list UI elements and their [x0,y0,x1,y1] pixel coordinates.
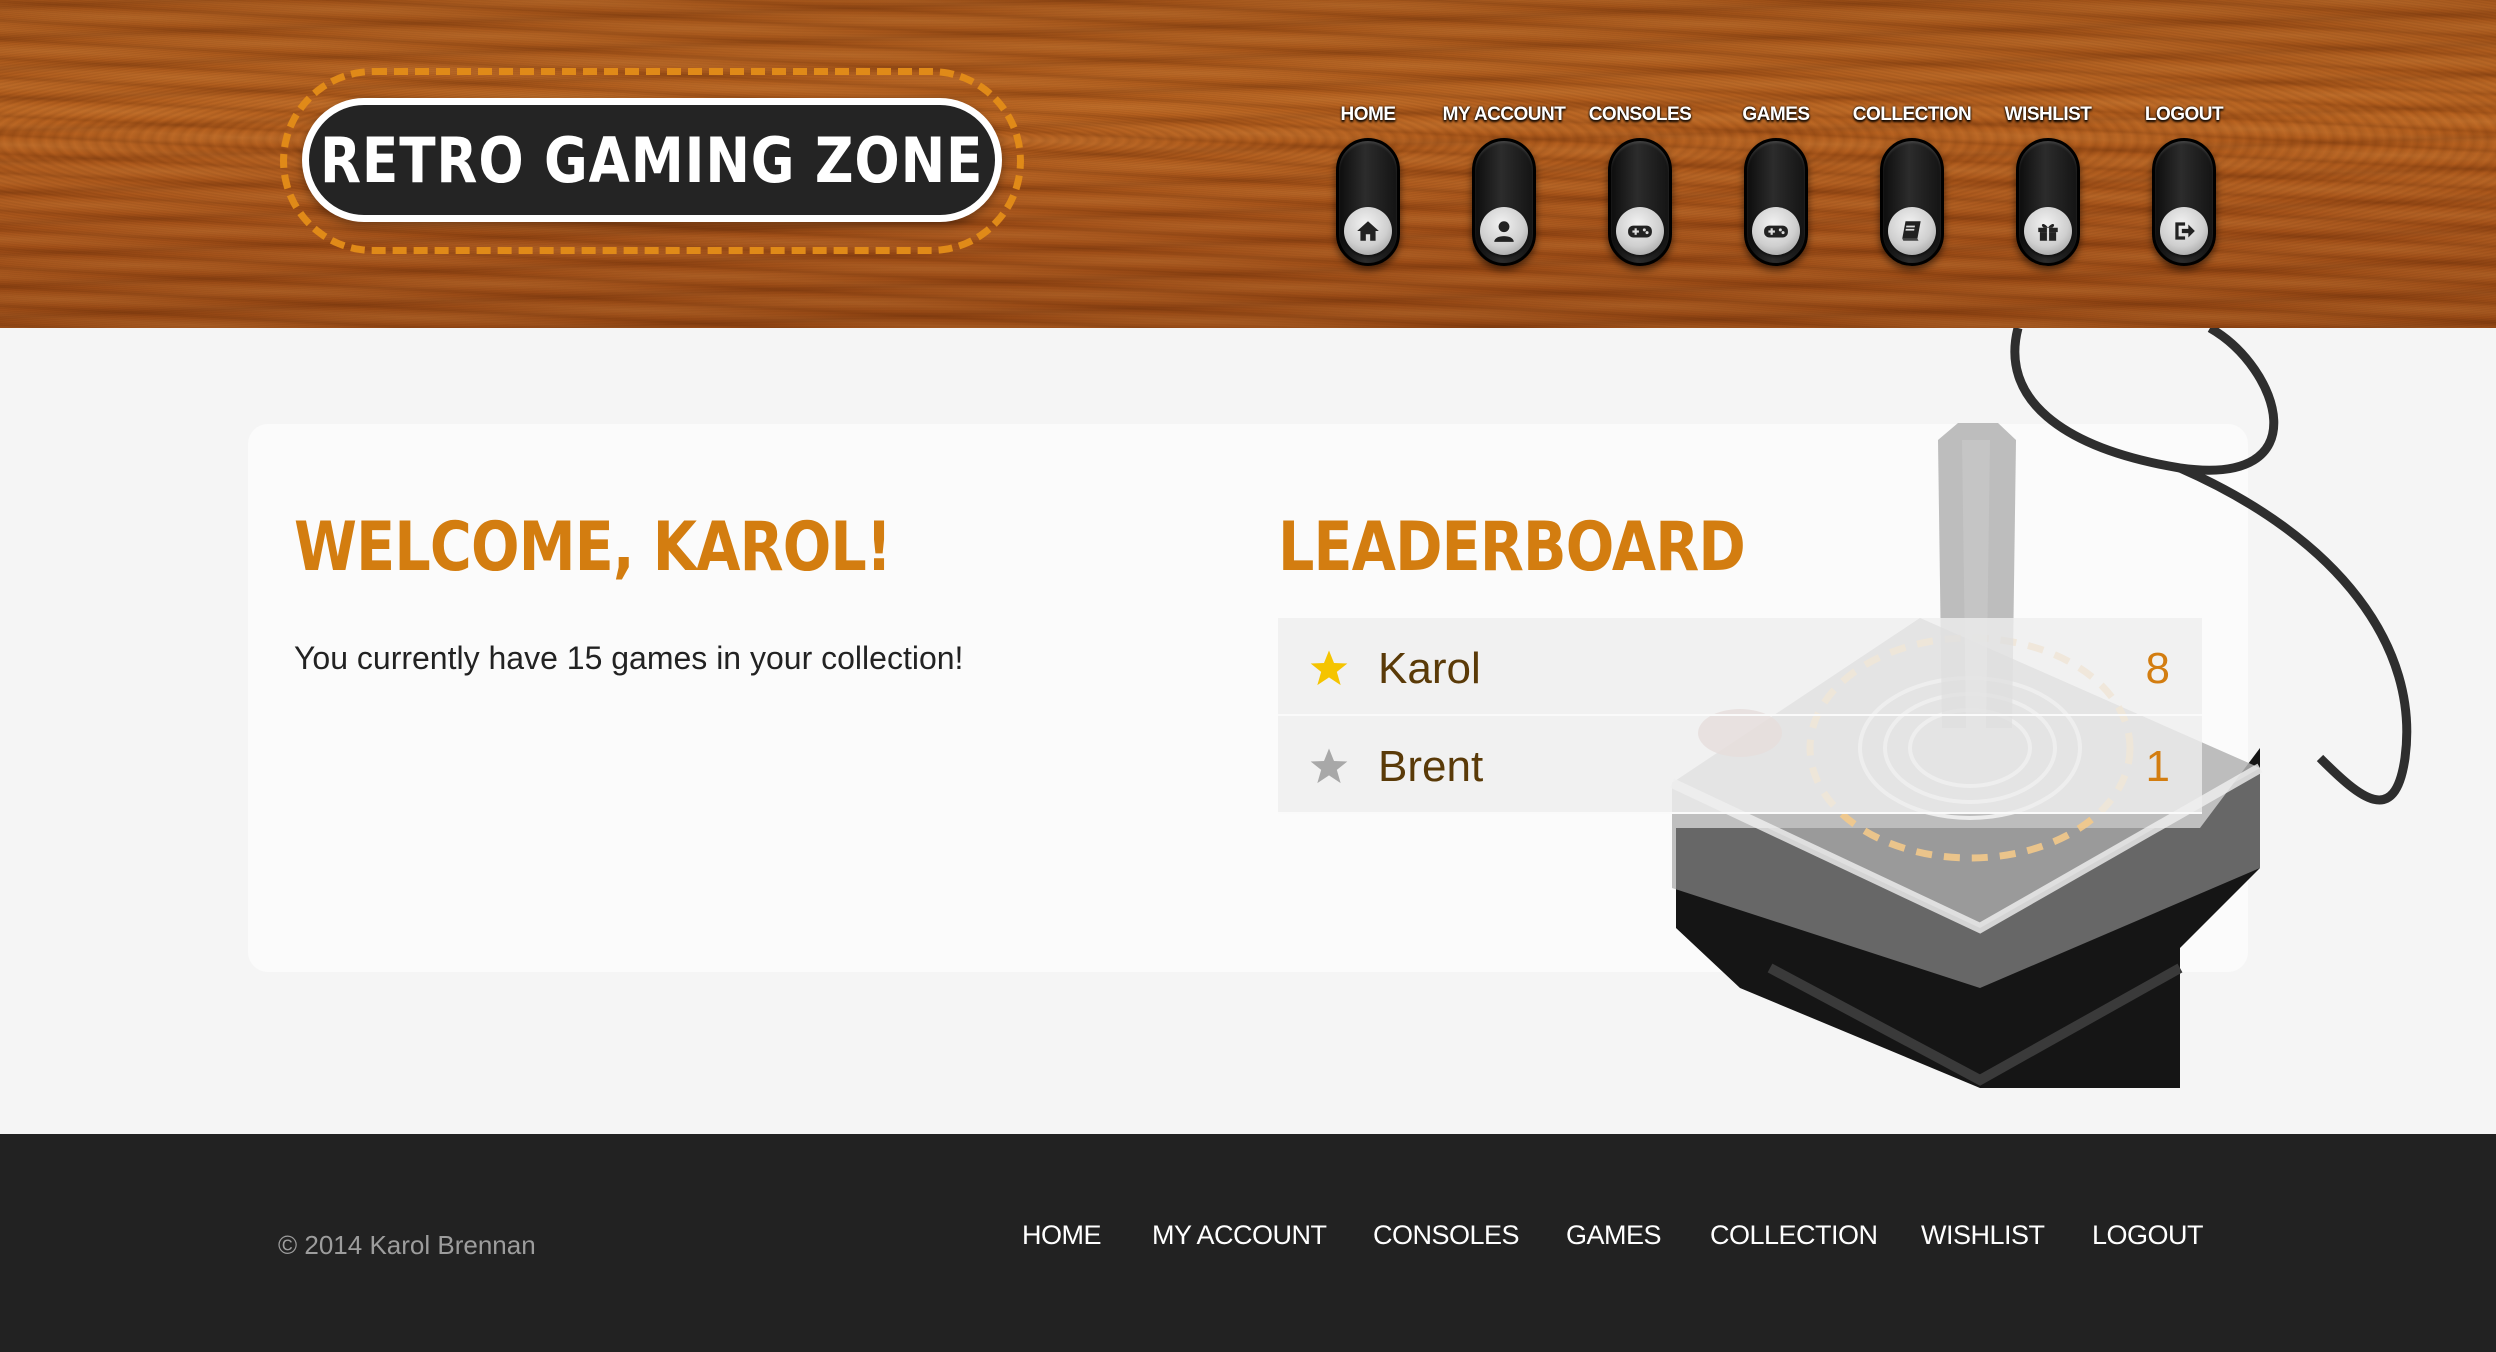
footer-link-games[interactable]: GAMES [1566,1220,1662,1251]
leaderboard-list: Karol 8 Brent 1 [1278,618,2202,814]
leaderboard-row[interactable]: Karol 8 [1278,618,2202,716]
nav-item-consoles[interactable]: CONSOLES [1572,100,1708,280]
grey-star-icon [1310,748,1348,784]
footer-link-wishlist[interactable]: WISHLIST [1921,1220,2045,1251]
book-icon [1888,207,1936,255]
gamepad-icon [1616,207,1664,255]
toggle-switch[interactable] [1336,138,1400,266]
welcome-heading: WELCOME, KAROL! [294,508,892,587]
site-footer: © 2014 Karol Brennan HOME MY ACCOUNT CON… [0,1134,2496,1352]
copyright-text: © 2014 Karol Brennan [278,1230,536,1260]
nav-label: WISHLIST [2004,104,2092,125]
user-icon [1480,207,1528,255]
nav-label: GAMES [1742,104,1810,125]
nav-item-wishlist[interactable]: WISHLIST [1980,100,2116,280]
player-score: 1 [2145,742,2170,791]
logo-badge: RETRO GAMING ZONE [302,98,1002,222]
gift-icon [2024,207,2072,255]
nav-item-collection[interactable]: COLLECTION [1844,100,1980,280]
main-nav: HOME MY ACCOUNT CONSOLES GAMES COLLECTIO… [1300,100,2224,280]
nav-item-my-account[interactable]: MY ACCOUNT [1436,100,1572,280]
toggle-switch[interactable] [1880,138,1944,266]
home-icon [1344,207,1392,255]
site-logo[interactable]: RETRO GAMING ZONE [276,62,1028,260]
footer-link-collection[interactable]: COLLECTION [1710,1220,1878,1251]
nav-item-games[interactable]: GAMES [1708,100,1844,280]
toggle-switch[interactable] [1744,138,1808,266]
footer-link-consoles[interactable]: CONSOLES [1373,1220,1520,1251]
leaderboard-heading: LEADERBOARD [1278,508,1746,587]
nav-item-home[interactable]: HOME [1300,100,1436,280]
footer-link-my-account[interactable]: MY ACCOUNT [1152,1220,1327,1251]
gold-star-icon [1310,650,1348,686]
toggle-switch[interactable] [2016,138,2080,266]
player-score: 8 [2145,644,2170,693]
logo-text: RETRO GAMING ZONE [320,123,984,197]
player-name: Karol [1378,644,1481,693]
nav-label: COLLECTION [1852,104,1972,125]
logout-icon [2160,207,2208,255]
toggle-switch[interactable] [1472,138,1536,266]
footer-link-home[interactable]: HOME [1022,1220,1102,1251]
site-header: RETRO GAMING ZONE HOME MY ACCOUNT CONSOL… [0,0,2496,328]
leaderboard-row[interactable]: Brent 1 [1278,716,2202,814]
footer-link-logout[interactable]: LOGOUT [2092,1220,2204,1251]
nav-label: CONSOLES [1588,104,1692,125]
nav-label: HOME [1340,104,1397,125]
collection-count-text: You currently have 15 games in your coll… [294,640,964,676]
nav-item-logout[interactable]: LOGOUT [2116,100,2252,280]
gamepad-icon [1752,207,1800,255]
player-name: Brent [1378,742,1484,791]
toggle-switch[interactable] [1608,138,1672,266]
toggle-switch[interactable] [2152,138,2216,266]
nav-label: MY ACCOUNT [1442,104,1566,125]
nav-label: LOGOUT [2144,104,2224,125]
